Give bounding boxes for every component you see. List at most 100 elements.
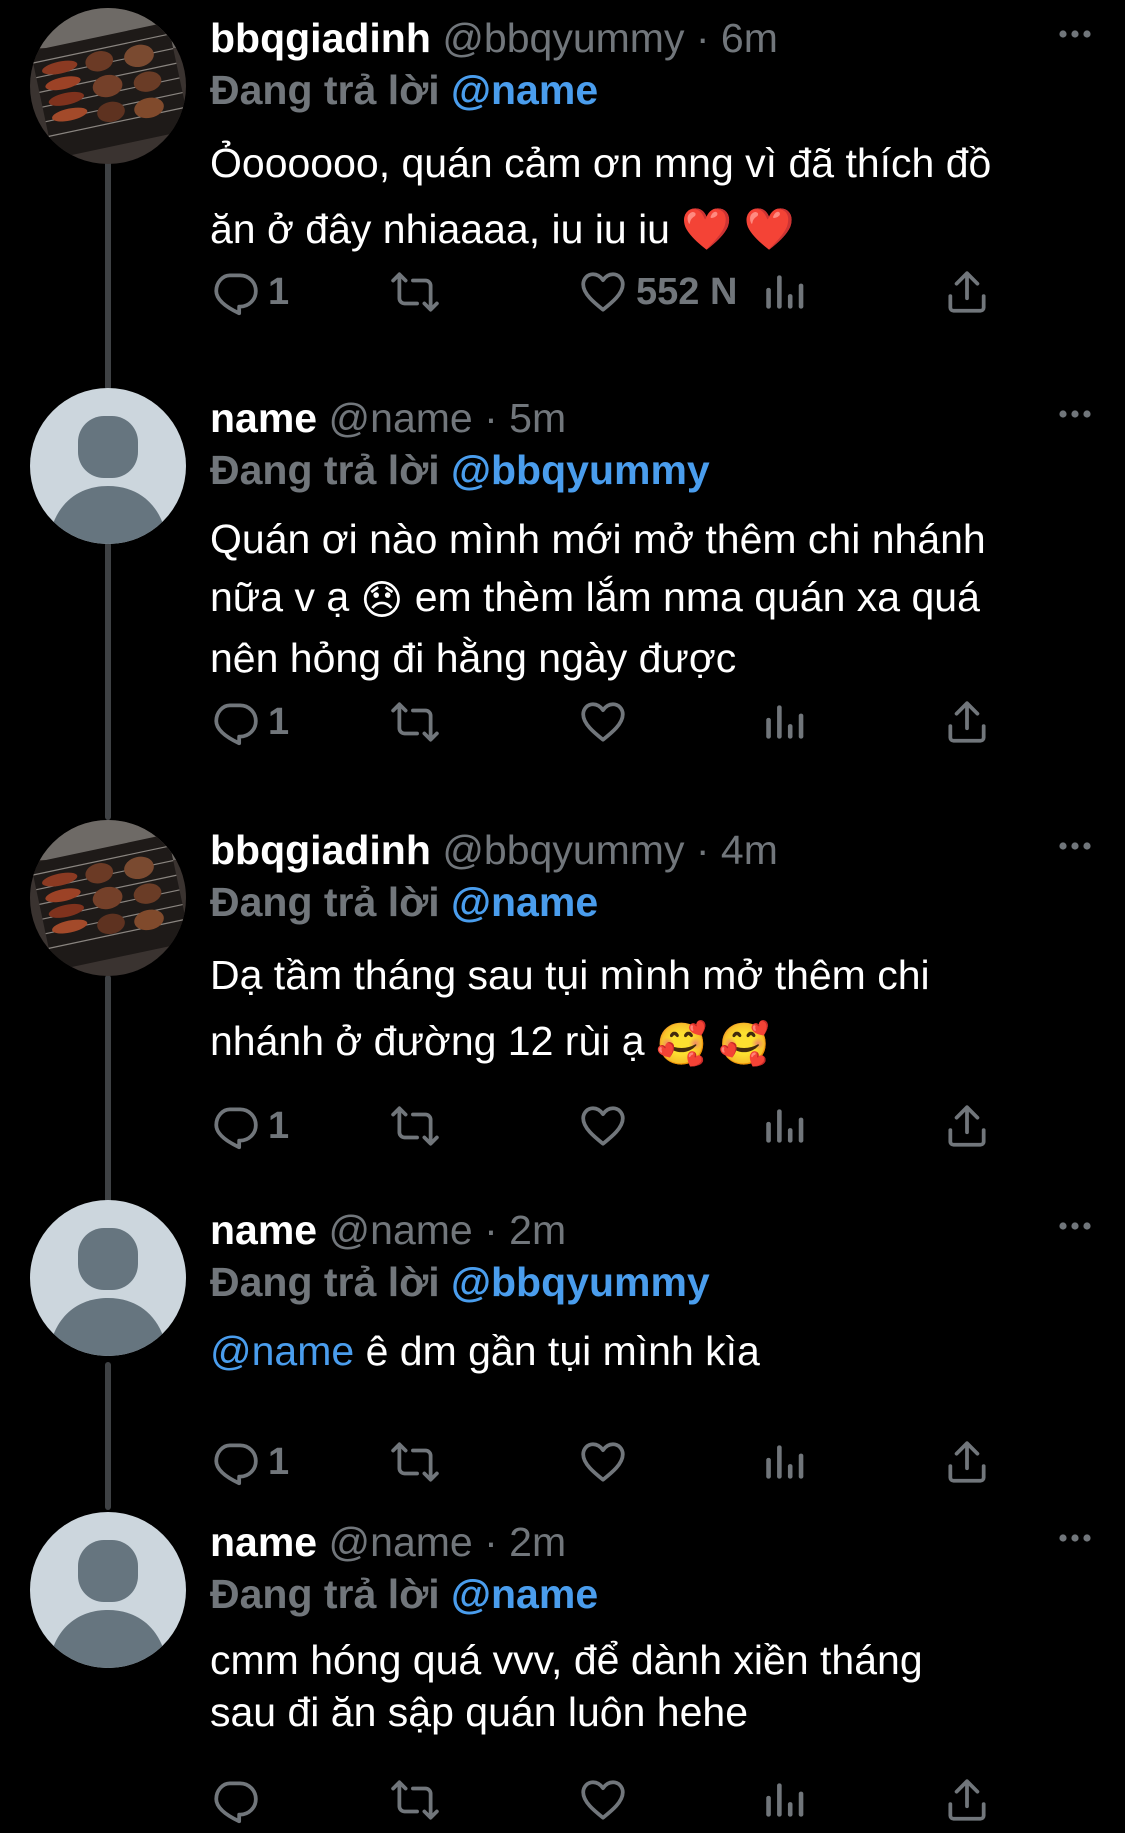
like-button[interactable]: 552 N <box>578 266 737 318</box>
retweet-button[interactable] <box>390 1774 440 1826</box>
tweet-text-segment: nữa v ạ <box>210 574 350 620</box>
more-icon[interactable] <box>1055 22 1095 46</box>
retweet-icon <box>390 267 440 317</box>
replying-to: Đang trả lời @name <box>210 66 598 114</box>
retweet-button[interactable] <box>390 1436 440 1488</box>
views-button[interactable] <box>760 1100 810 1152</box>
username[interactable]: @bbqyummy <box>442 15 684 61</box>
views-button[interactable] <box>760 696 810 748</box>
replying-to: Đang trả lời @name <box>210 1570 598 1618</box>
display-name[interactable]: name <box>210 1207 317 1253</box>
avatar[interactable] <box>30 8 186 164</box>
retweet-button[interactable] <box>390 696 440 748</box>
tweet[interactable]: name @name · 5m Đang trả lời @bbqyummy Q… <box>0 388 1125 818</box>
username[interactable]: @name <box>329 1519 473 1565</box>
views-icon <box>760 1775 810 1825</box>
like-button[interactable] <box>578 696 628 748</box>
mention-link[interactable]: @bbqyummy <box>451 1259 710 1305</box>
views-icon <box>760 697 810 747</box>
username[interactable]: @name <box>329 1207 473 1253</box>
tweet-text-line: cmm hóng quá vvv, để dành xiền tháng <box>210 1637 923 1683</box>
tweet[interactable]: bbqgiadinh @bbqyummy · 6m Đang trả lời @… <box>0 8 1125 388</box>
reply-count: 1 <box>268 700 290 743</box>
views-button[interactable] <box>760 1436 810 1488</box>
tweet-text: Quán ơi nào mình mới mở thêm chi nhánh n… <box>210 510 1090 687</box>
timestamp[interactable]: 2m <box>509 1207 566 1253</box>
timestamp[interactable]: 6m <box>721 15 778 61</box>
separator-dot: · <box>484 1519 498 1565</box>
reply-icon <box>210 1775 260 1825</box>
separator-dot: · <box>695 15 710 61</box>
tweet-header: bbqgiadinh @bbqyummy · 4m <box>210 826 778 874</box>
like-icon <box>578 1437 628 1487</box>
like-button[interactable] <box>578 1100 628 1152</box>
tweet-text-line: Ỏoooooo, quán cảm ơn mng vì đã thích đồ <box>210 140 992 186</box>
like-button[interactable] <box>578 1436 628 1488</box>
reply-button[interactable]: 1 <box>210 696 289 748</box>
reply-button[interactable]: 1 <box>210 1436 289 1488</box>
more-icon[interactable] <box>1055 1214 1095 1238</box>
tweet-header: name @name · 2m <box>210 1206 566 1254</box>
tweet-header: name @name · 5m <box>210 394 566 442</box>
replying-to-label: Đang trả lời <box>210 67 440 113</box>
username[interactable]: @name <box>329 395 473 441</box>
display-name[interactable]: name <box>210 395 317 441</box>
tweet-text: Dạ tầm tháng sau tụi mình mở thêm chi nh… <box>210 942 1090 1077</box>
tweet[interactable]: bbqgiadinh @bbqyummy · 4m Đang trả lời @… <box>0 820 1125 1200</box>
replying-to-label: Đang trả lời <box>210 1259 440 1305</box>
tweet-actions <box>210 1774 1010 1826</box>
replying-to: Đang trả lời @bbqyummy <box>210 446 710 494</box>
username[interactable]: @bbqyummy <box>442 827 684 873</box>
mention-link[interactable]: @name <box>451 1571 598 1617</box>
mention-link[interactable]: @name <box>451 879 598 925</box>
like-button[interactable] <box>578 1774 628 1826</box>
tweet-header: bbqgiadinh @bbqyummy · 6m <box>210 14 778 62</box>
tweet[interactable]: name @name · 2m Đang trả lời @bbqyummy @… <box>0 1200 1125 1510</box>
retweet-icon <box>390 1101 440 1151</box>
share-button[interactable] <box>942 266 992 318</box>
avatar[interactable] <box>30 820 186 976</box>
timestamp[interactable]: 2m <box>509 1519 566 1565</box>
reply-icon <box>210 697 260 747</box>
mention-link[interactable]: @bbqyummy <box>451 447 710 493</box>
tweet-text-segment: ăn ở đây nhiaaaa, iu iu iu <box>210 206 670 252</box>
retweet-button[interactable] <box>390 1100 440 1152</box>
separator-dot: · <box>484 1207 498 1253</box>
views-button[interactable] <box>760 266 810 318</box>
display-name[interactable]: bbqgiadinh <box>210 15 431 61</box>
reply-button[interactable] <box>210 1774 260 1826</box>
more-icon[interactable] <box>1055 834 1095 858</box>
timestamp[interactable]: 5m <box>509 395 566 441</box>
tweet[interactable]: name @name · 2m Đang trả lời @name cmm h… <box>0 1512 1125 1833</box>
avatar[interactable] <box>30 388 186 544</box>
reply-count: 1 <box>268 270 290 313</box>
share-button[interactable] <box>942 1100 992 1152</box>
share-button[interactable] <box>942 696 992 748</box>
avatar[interactable] <box>30 1200 186 1356</box>
share-button[interactable] <box>942 1774 992 1826</box>
avatar[interactable] <box>30 1512 186 1668</box>
tweet-text: Ỏoooooo, quán cảm ơn mng vì đã thích đồ … <box>210 130 1090 262</box>
more-icon[interactable] <box>1055 402 1095 426</box>
share-button[interactable] <box>942 1436 992 1488</box>
display-name[interactable]: name <box>210 1519 317 1565</box>
timestamp[interactable]: 4m <box>721 827 778 873</box>
reply-button[interactable]: 1 <box>210 1100 289 1152</box>
tweet-header: name @name · 2m <box>210 1518 566 1566</box>
separator-dot: · <box>695 827 710 873</box>
disappointed-emoji: 😞 <box>360 577 404 624</box>
views-icon <box>760 267 810 317</box>
mention-link[interactable]: @name <box>210 1328 354 1374</box>
mention-link[interactable]: @name <box>451 67 598 113</box>
smiling-hearts-emoji: 🥰 <box>718 1021 770 1068</box>
views-button[interactable] <box>760 1774 810 1826</box>
like-icon <box>578 1775 628 1825</box>
reply-button[interactable]: 1 <box>210 266 289 318</box>
reply-icon <box>210 1101 260 1151</box>
more-icon[interactable] <box>1055 1526 1095 1550</box>
tweet-text-line: ăn ở đây nhiaaaa, iu iu iu ❤️ ❤️ <box>210 196 1090 262</box>
display-name[interactable]: bbqgiadinh <box>210 827 431 873</box>
retweet-button[interactable] <box>390 266 440 318</box>
share-icon <box>942 1437 992 1487</box>
share-icon <box>942 1101 992 1151</box>
